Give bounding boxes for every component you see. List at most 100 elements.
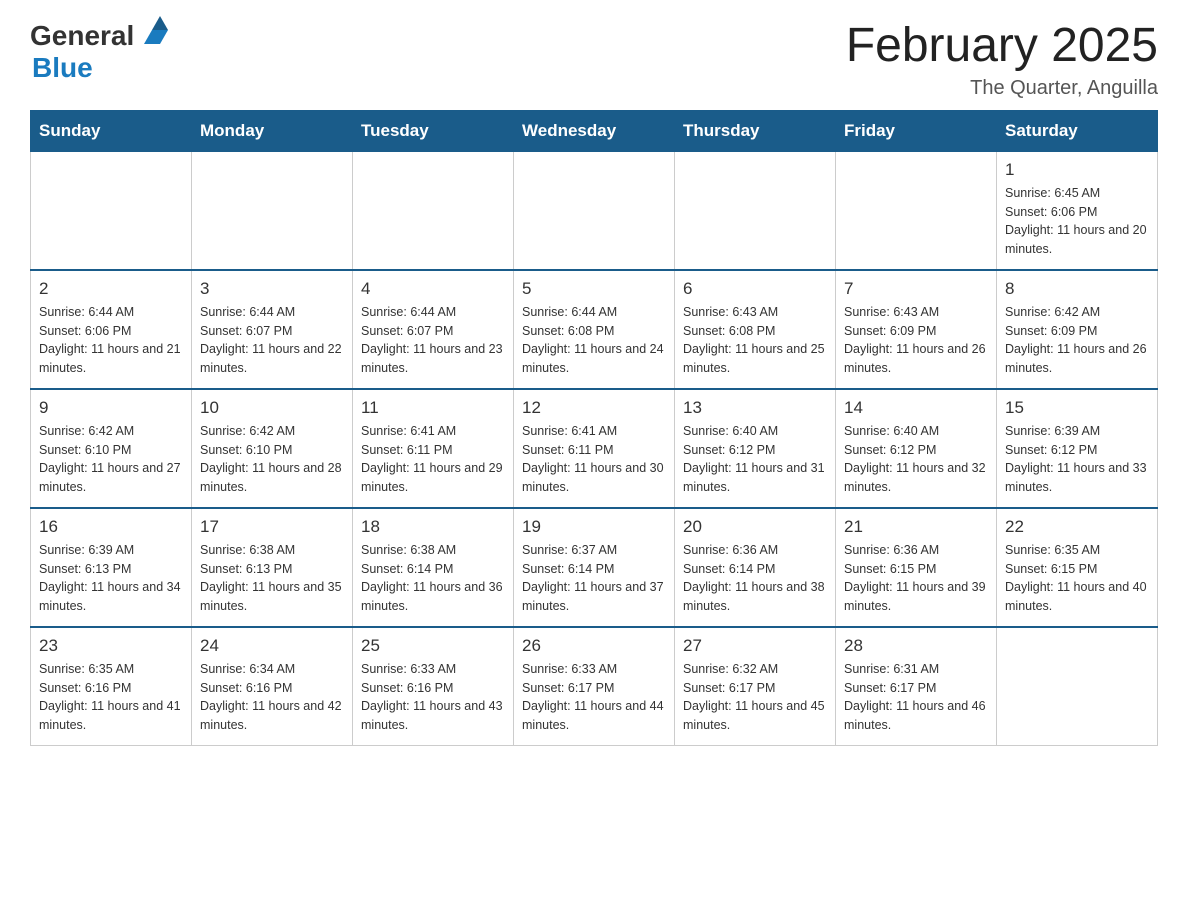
day-number: 15 [1005,398,1149,418]
day-info: Sunrise: 6:42 AMSunset: 6:10 PMDaylight:… [39,422,183,497]
week-row-2: 2Sunrise: 6:44 AMSunset: 6:06 PMDaylight… [31,270,1158,389]
col-sunday: Sunday [31,110,192,151]
day-number: 12 [522,398,666,418]
col-thursday: Thursday [675,110,836,151]
day-cell-w5-d4: 27Sunrise: 6:32 AMSunset: 6:17 PMDayligh… [675,627,836,746]
day-cell-w1-d3 [514,151,675,270]
day-info: Sunrise: 6:36 AMSunset: 6:15 PMDaylight:… [844,541,988,616]
day-number: 1 [1005,160,1149,180]
day-number: 28 [844,636,988,656]
day-info: Sunrise: 6:37 AMSunset: 6:14 PMDaylight:… [522,541,666,616]
day-info: Sunrise: 6:38 AMSunset: 6:13 PMDaylight:… [200,541,344,616]
day-number: 9 [39,398,183,418]
day-info: Sunrise: 6:39 AMSunset: 6:13 PMDaylight:… [39,541,183,616]
day-number: 16 [39,517,183,537]
week-row-3: 9 Sunrise: 6:42 AMSunset: 6:10 PMDaylight… [31,389,1158,508]
day-number: 18 [361,517,505,537]
day-cell-w3-d6: 15 Sunrise: 6:39 AMSunset: 6:12 PMDayligh… [997,389,1158,508]
day-cell-w1-d2 [353,151,514,270]
day-cell-w4-d5: 21 Sunrise: 6:36 AMSunset: 6:15 PMDayligh… [836,508,997,627]
day-number: 10 [200,398,344,418]
day-number: 4 [361,279,505,299]
calendar-body: 1Sunrise: 6:45 AMSunset: 6:06 PMDaylight… [31,151,1158,745]
day-number: 11 [361,398,505,418]
day-number: 2 [39,279,183,299]
day-cell-w3-d1: 10Sunrise: 6:42 AMSunset: 6:10 PMDayligh… [192,389,353,508]
title-section: February 2025 The Quarter, Anguilla [846,20,1158,100]
day-info: Sunrise: 6:44 AMSunset: 6:07 PMDaylight:… [200,303,344,378]
day-cell-w3-d4: 13 Sunrise: 6:40 AMSunset: 6:12 PMDayligh… [675,389,836,508]
day-info: Sunrise: 6:39 AMSunset: 6:12 PMDaylight:… [1005,422,1149,497]
day-cell-w5-d1: 24 Sunrise: 6:34 AMSunset: 6:16 PMDayligh… [192,627,353,746]
day-cell-w3-d0: 9 Sunrise: 6:42 AMSunset: 6:10 PMDaylight… [31,389,192,508]
day-info: Sunrise: 6:33 AMSunset: 6:17 PMDaylight:… [522,660,666,735]
week-row-4: 16 Sunrise: 6:39 AMSunset: 6:13 PMDayligh… [31,508,1158,627]
day-info: Sunrise: 6:32 AMSunset: 6:17 PMDaylight:… [683,660,827,735]
location-subtitle: The Quarter, Anguilla [846,77,1158,100]
day-cell-w4-d3: 19 Sunrise: 6:37 AMSunset: 6:14 PMDayligh… [514,508,675,627]
day-number: 5 [522,279,666,299]
day-cell-w3-d2: 11 Sunrise: 6:41 AMSunset: 6:11 PMDayligh… [353,389,514,508]
day-cell-w4-d4: 20 Sunrise: 6:36 AMSunset: 6:14 PMDayligh… [675,508,836,627]
day-number: 23 [39,636,183,656]
day-info: Sunrise: 6:35 AMSunset: 6:16 PMDaylight:… [39,660,183,735]
day-cell-w4-d2: 18 Sunrise: 6:38 AMSunset: 6:14 PMDayligh… [353,508,514,627]
day-cell-w2-d3: 5 Sunrise: 6:44 AMSunset: 6:08 PMDaylight… [514,270,675,389]
day-cell-w1-d5 [836,151,997,270]
day-cell-w5-d5: 28Sunrise: 6:31 AMSunset: 6:17 PMDayligh… [836,627,997,746]
day-cell-w5-d3: 26 Sunrise: 6:33 AMSunset: 6:17 PMDayligh… [514,627,675,746]
day-info: Sunrise: 6:38 AMSunset: 6:14 PMDaylight:… [361,541,505,616]
day-number: 21 [844,517,988,537]
day-info: Sunrise: 6:44 AMSunset: 6:07 PMDaylight:… [361,303,505,378]
calendar-table: Sunday Monday Tuesday Wednesday Thursday… [30,110,1158,746]
day-cell-w4-d1: 17 Sunrise: 6:38 AMSunset: 6:13 PMDayligh… [192,508,353,627]
day-number: 13 [683,398,827,418]
col-tuesday: Tuesday [353,110,514,151]
day-info: Sunrise: 6:36 AMSunset: 6:14 PMDaylight:… [683,541,827,616]
day-number: 25 [361,636,505,656]
col-saturday: Saturday [997,110,1158,151]
day-number: 24 [200,636,344,656]
day-info: Sunrise: 6:44 AMSunset: 6:08 PMDaylight:… [522,303,666,378]
day-cell-w2-d6: 8Sunrise: 6:42 AMSunset: 6:09 PMDaylight… [997,270,1158,389]
day-cell-w2-d1: 3Sunrise: 6:44 AMSunset: 6:07 PMDaylight… [192,270,353,389]
day-cell-w1-d0 [31,151,192,270]
week-row-5: 23 Sunrise: 6:35 AMSunset: 6:16 PMDayligh… [31,627,1158,746]
day-number: 26 [522,636,666,656]
day-info: Sunrise: 6:42 AMSunset: 6:09 PMDaylight:… [1005,303,1149,378]
days-of-week-row: Sunday Monday Tuesday Wednesday Thursday… [31,110,1158,151]
logo-general-text: General [30,20,134,52]
day-cell-w5-d6 [997,627,1158,746]
day-info: Sunrise: 6:40 AMSunset: 6:12 PMDaylight:… [844,422,988,497]
day-cell-w5-d0: 23 Sunrise: 6:35 AMSunset: 6:16 PMDayligh… [31,627,192,746]
day-number: 19 [522,517,666,537]
day-info: Sunrise: 6:33 AMSunset: 6:16 PMDaylight:… [361,660,505,735]
day-info: Sunrise: 6:41 AMSunset: 6:11 PMDaylight:… [361,422,505,497]
month-title: February 2025 [846,20,1158,73]
col-wednesday: Wednesday [514,110,675,151]
day-number: 7 [844,279,988,299]
day-number: 14 [844,398,988,418]
day-cell-w5-d2: 25 Sunrise: 6:33 AMSunset: 6:16 PMDayligh… [353,627,514,746]
day-info: Sunrise: 6:35 AMSunset: 6:15 PMDaylight:… [1005,541,1149,616]
calendar-header: Sunday Monday Tuesday Wednesday Thursday… [31,110,1158,151]
day-cell-w3-d5: 14 Sunrise: 6:40 AMSunset: 6:12 PMDayligh… [836,389,997,508]
day-cell-w1-d4 [675,151,836,270]
day-cell-w2-d4: 6 Sunrise: 6:43 AMSunset: 6:08 PMDaylight… [675,270,836,389]
col-monday: Monday [192,110,353,151]
day-info: Sunrise: 6:34 AMSunset: 6:16 PMDaylight:… [200,660,344,735]
day-number: 6 [683,279,827,299]
day-cell-w2-d0: 2Sunrise: 6:44 AMSunset: 6:06 PMDaylight… [31,270,192,389]
week-row-1: 1Sunrise: 6:45 AMSunset: 6:06 PMDaylight… [31,151,1158,270]
day-number: 17 [200,517,344,537]
day-cell-w1-d6: 1Sunrise: 6:45 AMSunset: 6:06 PMDaylight… [997,151,1158,270]
day-info: Sunrise: 6:43 AMSunset: 6:09 PMDaylight:… [844,303,988,378]
day-info: Sunrise: 6:40 AMSunset: 6:12 PMDaylight:… [683,422,827,497]
day-info: Sunrise: 6:41 AMSunset: 6:11 PMDaylight:… [522,422,666,497]
logo: General Blue [30,20,168,84]
day-cell-w1-d1 [192,151,353,270]
day-cell-w3-d3: 12 Sunrise: 6:41 AMSunset: 6:11 PMDayligh… [514,389,675,508]
day-info: Sunrise: 6:43 AMSunset: 6:08 PMDaylight:… [683,303,827,378]
day-number: 20 [683,517,827,537]
page-header: General Blue February 2025 The Quarter, … [30,20,1158,100]
